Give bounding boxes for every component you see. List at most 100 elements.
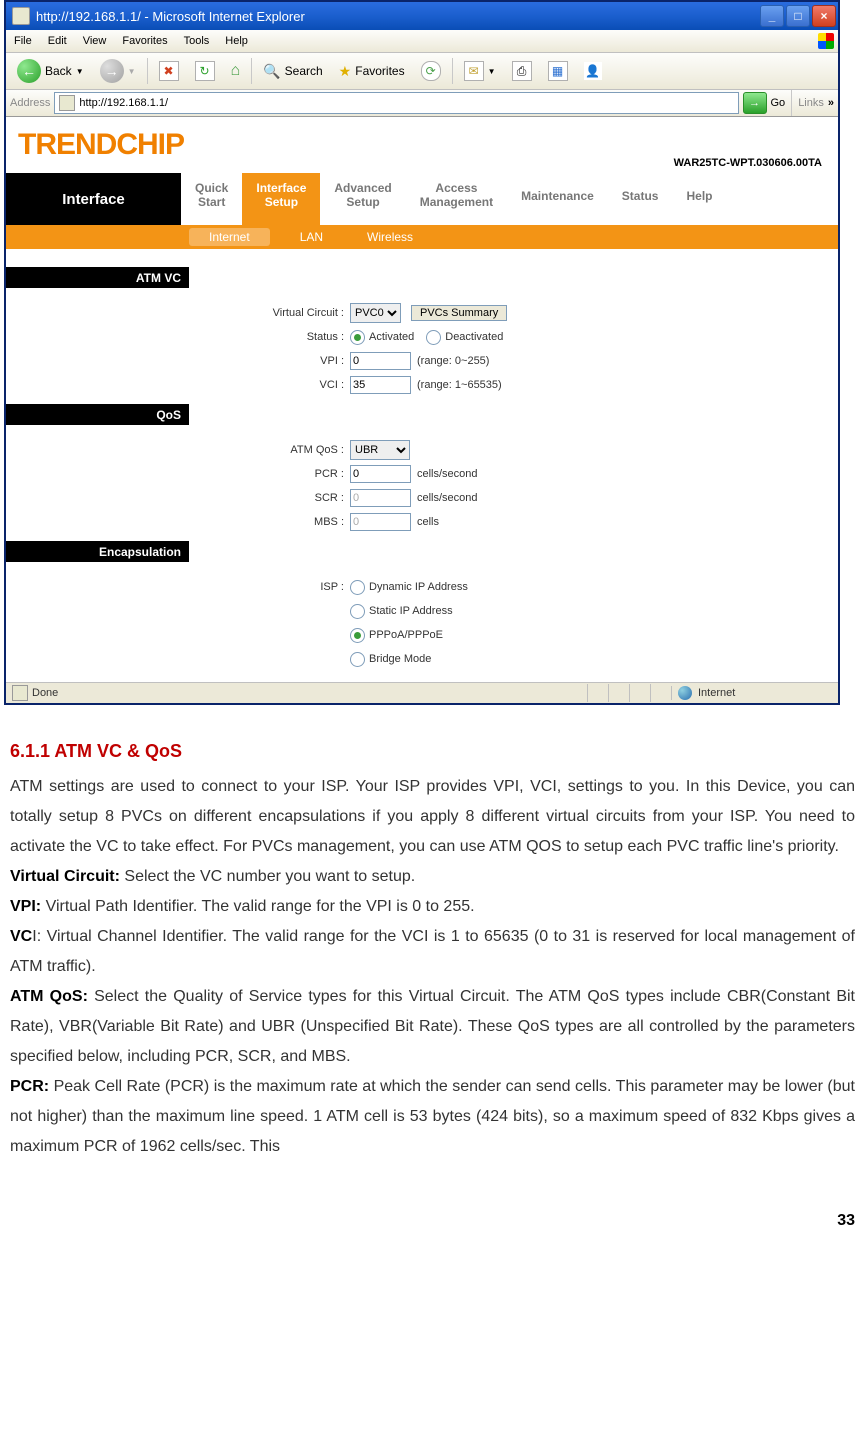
- maximize-button[interactable]: □: [786, 5, 810, 27]
- isp-bridge-radio[interactable]: [350, 652, 365, 667]
- pcr-label: PCR :: [6, 468, 350, 480]
- minimize-button[interactable]: _: [760, 5, 784, 27]
- zone-text: Internet: [698, 687, 735, 699]
- chevron-down-icon: ▼: [76, 67, 84, 76]
- forward-button[interactable]: → ▼: [93, 56, 143, 86]
- search-button[interactable]: 🔍Search: [256, 60, 329, 83]
- messenger-icon: 👤: [584, 62, 602, 80]
- url-text: http://192.168.1.1/: [79, 97, 168, 109]
- status-activated-radio[interactable]: [350, 330, 365, 345]
- star-icon: ★: [339, 63, 352, 80]
- go-button[interactable]: →: [743, 92, 767, 114]
- favorites-button[interactable]: ★Favorites: [332, 60, 412, 83]
- status-label: Status :: [6, 331, 350, 343]
- page-icon: [12, 7, 30, 25]
- menu-favorites[interactable]: Favorites: [114, 35, 175, 47]
- scr-input[interactable]: [350, 489, 411, 507]
- section-heading: 6.1.1 ATM VC & QoS: [10, 741, 855, 762]
- refresh-icon: ↻: [195, 61, 215, 81]
- pvcs-summary-button[interactable]: PVCs Summary: [411, 305, 507, 321]
- vci-input[interactable]: [350, 376, 411, 394]
- home-icon: ⌂: [231, 62, 241, 80]
- menu-file[interactable]: File: [6, 35, 40, 47]
- address-input[interactable]: http://192.168.1.1/: [54, 92, 738, 114]
- home-button[interactable]: ⌂: [224, 59, 248, 83]
- atm-qos-select[interactable]: UBR: [350, 440, 410, 460]
- pcr-input[interactable]: [350, 465, 411, 483]
- close-button[interactable]: ×: [812, 5, 836, 27]
- menubar: File Edit View Favorites Tools Help: [6, 30, 838, 53]
- subtab-lan[interactable]: LAN: [278, 230, 345, 244]
- status-deactivated-radio[interactable]: [426, 330, 441, 345]
- tab-interface-setup[interactable]: InterfaceSetup: [242, 173, 320, 225]
- firmware-version: WAR25TC-WPT.030606.00TA: [674, 157, 822, 169]
- vpi-paragraph: VPI: Virtual Path Identifier. The valid …: [10, 892, 855, 922]
- page-icon: [59, 95, 75, 111]
- links-label: Links: [798, 97, 824, 109]
- statusbar: Done Internet: [6, 682, 838, 703]
- tab-maintenance[interactable]: Maintenance: [507, 173, 608, 225]
- print-button[interactable]: ⎙: [505, 58, 539, 84]
- page-number: 33: [0, 1162, 865, 1250]
- isp-static-radio[interactable]: [350, 604, 365, 619]
- subtab-wireless[interactable]: Wireless: [345, 230, 435, 244]
- history-button[interactable]: ⟳: [414, 58, 448, 84]
- messenger-button[interactable]: 👤: [577, 59, 609, 83]
- subtab-internet[interactable]: Internet: [189, 228, 270, 246]
- mail-icon: ✉: [464, 61, 484, 81]
- brand-bar: TRENDCHIP WAR25TC-WPT.030606.00TA: [6, 117, 838, 173]
- tab-status[interactable]: Status: [608, 173, 673, 225]
- vc-paragraph: Virtual Circuit: Select the VC number yo…: [10, 862, 855, 892]
- chevron-down-icon: ▼: [128, 67, 136, 76]
- vpi-hint: (range: 0~255): [411, 355, 489, 367]
- globe-icon: [678, 686, 692, 700]
- main-tabs: Interface QuickStart InterfaceSetup Adva…: [6, 173, 838, 225]
- forward-arrow-icon: →: [100, 59, 124, 83]
- tab-advanced-setup[interactable]: AdvancedSetup: [320, 173, 405, 225]
- mail-button[interactable]: ✉▼: [457, 58, 503, 84]
- pcr-paragraph: PCR: Peak Cell Rate (PCR) is the maximum…: [10, 1072, 855, 1162]
- address-label: Address: [10, 97, 50, 109]
- vci-hint: (range: 1~65535): [411, 379, 502, 391]
- sub-tabs: Internet LAN Wireless: [6, 225, 838, 249]
- isp-pppoe-radio[interactable]: [350, 628, 365, 643]
- print-icon: ⎙: [512, 61, 532, 81]
- pcr-hint: cells/second: [411, 468, 478, 480]
- tab-help[interactable]: Help: [672, 173, 726, 225]
- stop-button[interactable]: ✖: [152, 58, 186, 84]
- address-bar: Address http://192.168.1.1/ → Go Links »: [6, 90, 838, 117]
- toolbar: ← Back ▼ → ▼ ✖ ↻ ⌂ 🔍Search ★Favorites ⟳ …: [6, 53, 838, 90]
- back-button[interactable]: ← Back ▼: [10, 56, 91, 86]
- chevron-right-icon[interactable]: »: [828, 97, 834, 109]
- mbs-hint: cells: [411, 516, 439, 528]
- intro-paragraph: ATM settings are used to connect to your…: [10, 772, 855, 862]
- edit-icon: ▦: [548, 61, 568, 81]
- tab-access-management[interactable]: AccessManagement: [406, 173, 507, 225]
- scr-hint: cells/second: [411, 492, 478, 504]
- virtual-circuit-select[interactable]: PVC0: [350, 303, 401, 323]
- stop-icon: ✖: [159, 61, 179, 81]
- vci-label: VCI :: [6, 379, 350, 391]
- window-title: http://192.168.1.1/ - Microsoft Internet…: [36, 9, 760, 24]
- page-icon: [12, 685, 28, 701]
- isp-label: ISP :: [6, 581, 350, 593]
- vpi-label: VPI :: [6, 355, 350, 367]
- scr-label: SCR :: [6, 492, 350, 504]
- isp-dynamic-radio[interactable]: [350, 580, 365, 595]
- menu-tools[interactable]: Tools: [176, 35, 218, 47]
- mbs-input[interactable]: [350, 513, 411, 531]
- search-icon: 🔍: [263, 63, 280, 80]
- menu-edit[interactable]: Edit: [40, 35, 75, 47]
- section-atmvc: ATM VC: [6, 267, 189, 288]
- virtual-circuit-label: Virtual Circuit :: [6, 307, 350, 319]
- edit-button[interactable]: ▦: [541, 58, 575, 84]
- go-label: Go: [771, 97, 786, 109]
- menu-view[interactable]: View: [75, 35, 115, 47]
- config-form: ATM VC Virtual Circuit : PVC0 PVCs Summa…: [6, 267, 838, 682]
- titlebar: http://192.168.1.1/ - Microsoft Internet…: [6, 2, 838, 30]
- vci-paragraph: VCI: Virtual Channel Identifier. The val…: [10, 922, 855, 982]
- vpi-input[interactable]: [350, 352, 411, 370]
- refresh-button[interactable]: ↻: [188, 58, 222, 84]
- menu-help[interactable]: Help: [217, 35, 256, 47]
- tab-quick-start[interactable]: QuickStart: [181, 173, 242, 225]
